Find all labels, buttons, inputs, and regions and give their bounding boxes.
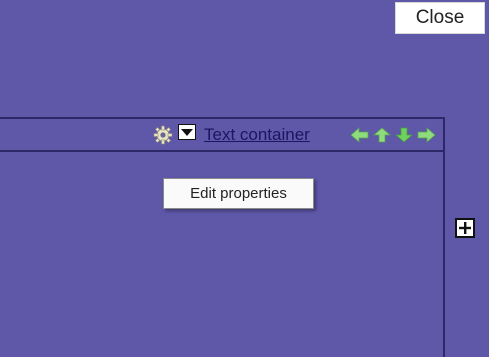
move-arrows: [350, 127, 436, 143]
text-container-link[interactable]: Text container: [204, 125, 310, 145]
close-button[interactable]: Close: [395, 2, 485, 34]
arrow-up-icon[interactable]: [372, 127, 392, 143]
container-header-bar: Text container: [0, 119, 443, 152]
gear-icon[interactable]: [153, 125, 173, 145]
edit-properties-tooltip: Edit properties: [163, 178, 314, 209]
arrow-right-icon[interactable]: [416, 127, 436, 143]
arrow-left-icon[interactable]: [350, 127, 370, 143]
plus-icon[interactable]: [455, 218, 475, 238]
arrow-down-icon[interactable]: [394, 127, 414, 143]
text-container-box: Text container: [0, 117, 445, 357]
chevron-down-icon[interactable]: [178, 124, 196, 140]
